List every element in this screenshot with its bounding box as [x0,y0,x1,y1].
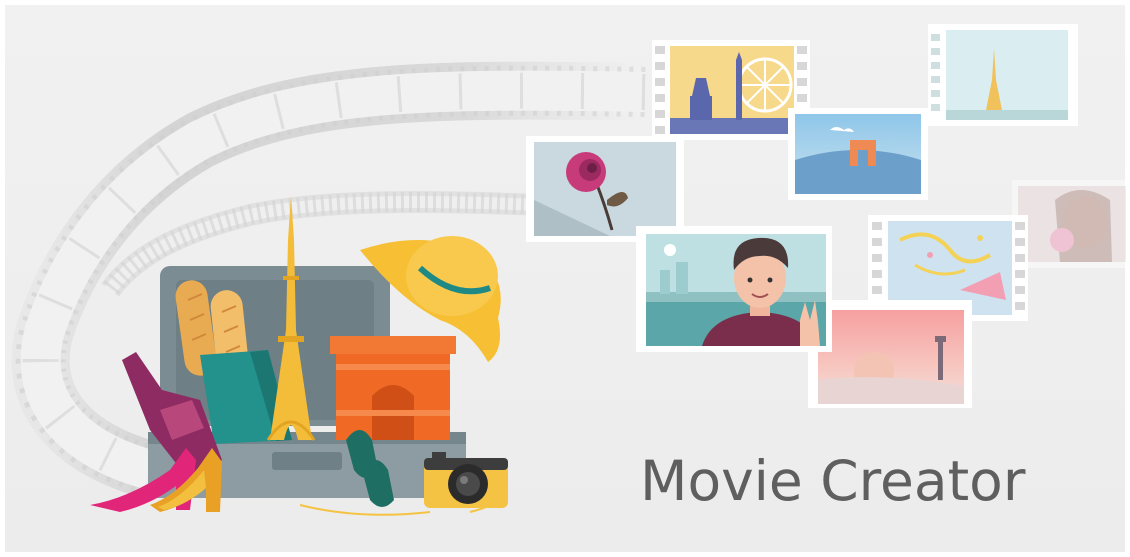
movie-creator-banner: Movie Creator [0,0,1130,557]
photo-man-selfie [636,226,832,352]
photo-sunset-lighthouse [808,300,972,408]
photo-woman-bubblegum [1012,180,1130,268]
photo-arc-de-triomphe [788,108,928,200]
photo-place-de-la-concorde [652,40,810,140]
app-title: Movie Creator [640,449,1026,513]
photo-eiffel-tower [928,24,1078,126]
arc-de-triomphe [330,336,456,440]
